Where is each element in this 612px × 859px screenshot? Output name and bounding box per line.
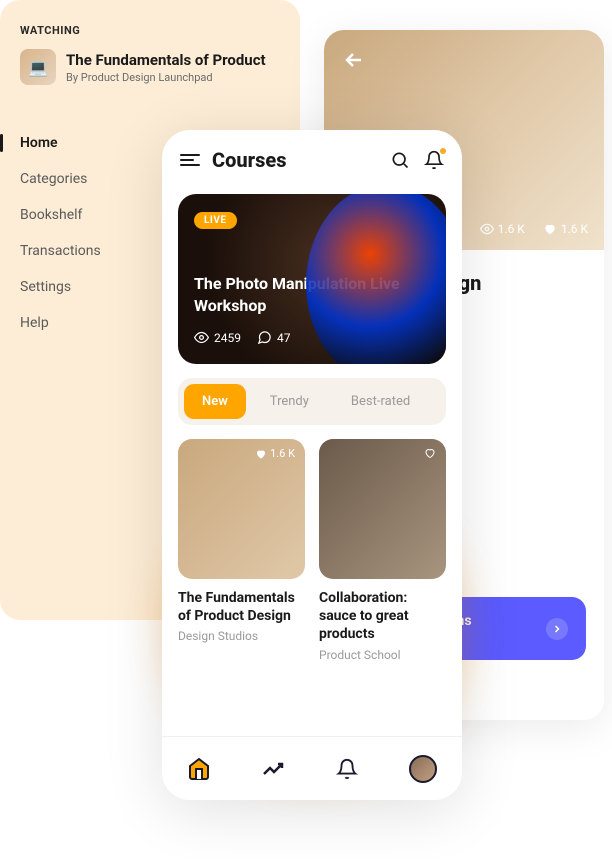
nav-trending-icon[interactable] [261,757,285,781]
course-thumbnail [319,439,446,579]
watching-course-item[interactable]: 💻 The Fundamentals of Product By Product… [20,49,280,85]
search-icon[interactable] [390,150,410,170]
nav-profile-avatar[interactable] [409,755,437,783]
detail-likes-stat[interactable]: 1.6 K [543,222,588,236]
heart-icon [424,447,436,459]
course-grid: 1.6 K The Fundamentals of Product Design… [162,439,462,662]
back-button[interactable] [342,48,370,76]
tab-best-rated[interactable]: Best-rated [333,384,428,419]
live-comments-stat: 47 [257,330,291,345]
menu-icon[interactable] [180,154,200,166]
comment-icon [257,330,272,345]
course-title: Collaboration: sauce to great products [319,589,446,644]
filter-tabs: New Trendy Best-rated [178,378,446,425]
course-title: The Fundamentals of Product Design [178,589,305,625]
nav-home-icon[interactable] [187,757,211,781]
live-views-stat: 2459 [194,330,241,345]
course-author: Product School [319,648,446,662]
course-card[interactable]: Collaboration: sauce to great products P… [319,439,446,662]
page-title: Courses [212,148,378,172]
like-button[interactable]: 1.6 K [255,447,295,460]
live-card-image [306,194,446,364]
live-workshop-card[interactable]: LIVE The Photo Manipulation Live Worksho… [178,194,446,364]
heart-icon [543,222,557,236]
eye-icon [480,222,494,236]
heart-icon [255,448,267,460]
eye-icon [194,330,209,345]
bottom-nav [162,736,462,800]
course-thumbnail: 1.6 K [178,439,305,579]
nav-notifications-icon[interactable] [335,757,359,781]
tab-trendy[interactable]: Trendy [252,384,327,419]
watching-heading: WATCHING [20,24,280,37]
course-author: Design Studios [178,629,305,643]
watching-course-title: The Fundamentals of Product [66,51,266,69]
detail-views-stat: 1.6 K [480,222,525,236]
courses-app-screen: Courses LIVE The Photo Manipulation Live… [162,130,462,800]
course-card[interactable]: 1.6 K The Fundamentals of Product Design… [178,439,305,662]
app-header: Courses [162,130,462,184]
notification-dot [440,148,446,154]
tab-new[interactable]: New [184,384,246,419]
notifications-icon[interactable] [424,150,444,170]
live-badge: LIVE [194,212,237,229]
watching-course-byline: By Product Design Launchpad [66,71,266,84]
chevron-right-icon [546,618,568,640]
like-button[interactable] [424,447,436,459]
watching-thumbnail: 💻 [20,49,56,85]
